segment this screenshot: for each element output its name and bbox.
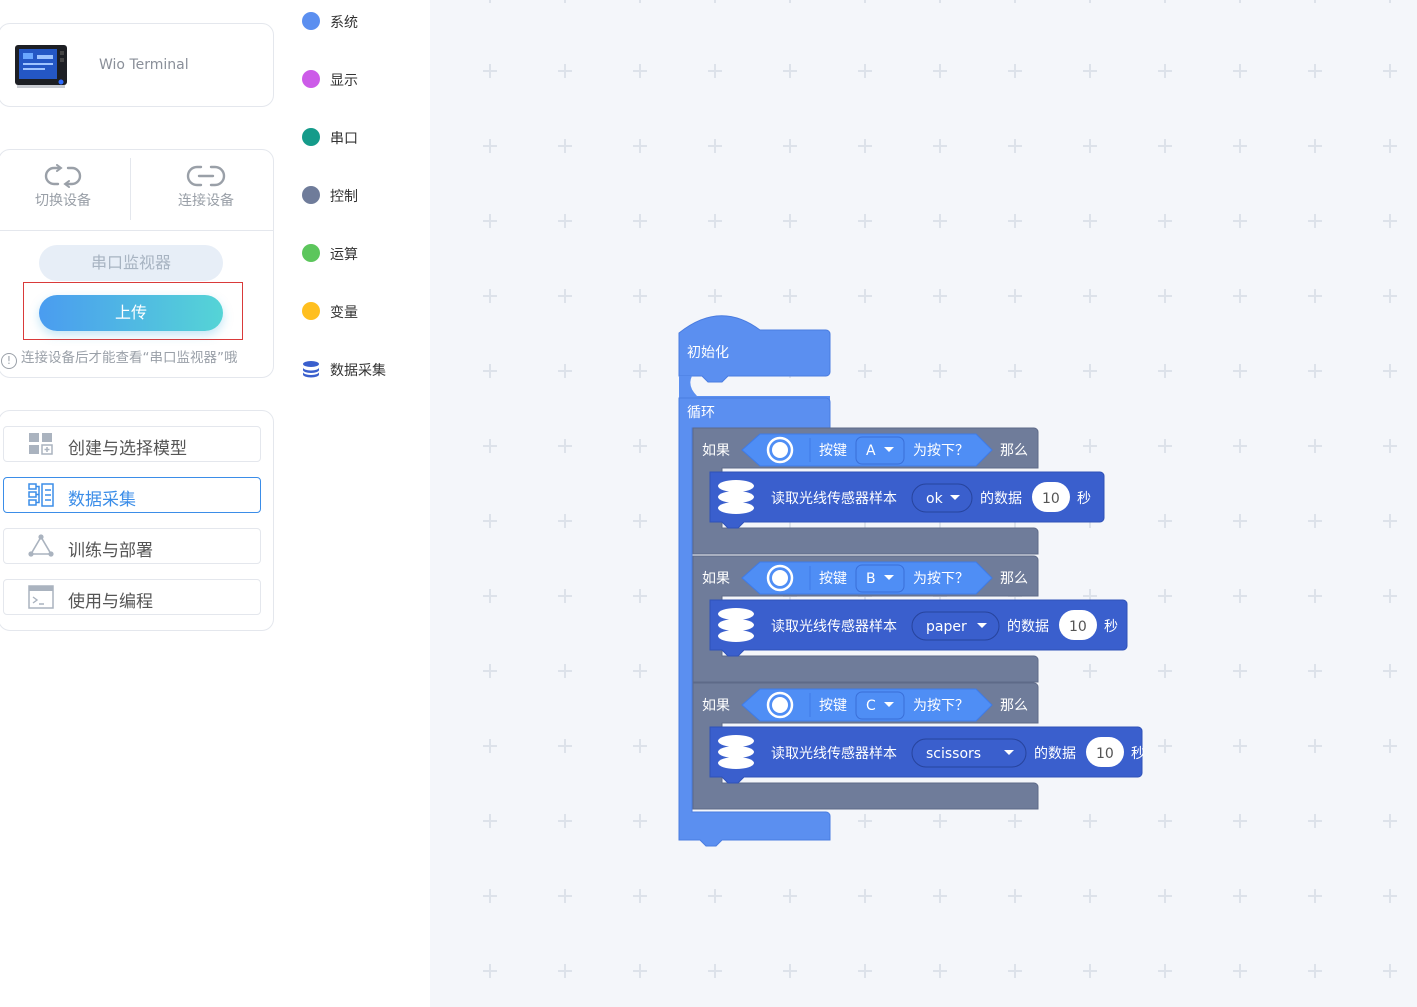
- database-icon: [718, 480, 754, 514]
- connection-card: 切换设备 连接设备 串口监视器 上传 ! 连接设备后才能查看“串口监视器”哦: [0, 149, 274, 378]
- setup-label: 初始化: [687, 344, 729, 361]
- button-label: 按键: [819, 698, 847, 714]
- button-label: 按键: [819, 571, 847, 587]
- category-dot: [302, 186, 320, 204]
- button-dropdown[interactable]: [855, 691, 905, 720]
- database-icon: [718, 608, 754, 642]
- step-label: 数据采集: [68, 490, 136, 510]
- button-label: 按键: [819, 443, 847, 459]
- then-label: 那么: [1000, 698, 1028, 714]
- database-icon: [303, 361, 319, 378]
- triangle-nodes-icon: [28, 534, 54, 557]
- sample-dropdown-value: scissors: [926, 746, 981, 762]
- block-category-list: 系统 显示 串口 控制 运算 变量 数据采集: [292, 0, 430, 1007]
- category-label: 系统: [330, 15, 358, 31]
- then-label: 那么: [1000, 443, 1028, 459]
- blocks-workspace[interactable]: 初始化 循环 如果 按键 A 为按下？ 那么 读取光线传感器样本 ok 的数据 10 秒如果 按键 B…: [430, 0, 1417, 1007]
- model-grid-icon: [29, 433, 53, 455]
- seconds-value: 10: [1096, 746, 1114, 762]
- switch-device-icon: [44, 164, 82, 188]
- divider: [130, 158, 131, 220]
- step-data-collection[interactable]: 数据采集: [3, 477, 261, 513]
- if-block[interactable]: 如果 按键 C 为按下？ 那么读取光线传感器样本 scissors 的数据 10 秒: [692, 682, 1145, 810]
- category-dot: [302, 244, 320, 262]
- connection-hint: ! 连接设备后才能查看“串口监视器”哦: [1, 346, 238, 369]
- category-label: 显示: [330, 73, 358, 89]
- pressed-label: 为按下？: [913, 571, 969, 587]
- step-label: 训练与部署: [68, 541, 153, 561]
- connection-hint-text: 连接设备后才能查看“串口监视器”哦: [21, 350, 238, 366]
- category-label: 运算: [330, 247, 358, 263]
- category-label: 数据采集: [330, 363, 386, 379]
- wio-terminal-device-icon: [15, 45, 67, 88]
- data-label: 的数据: [1034, 746, 1076, 762]
- divider: [0, 230, 273, 231]
- category-label: 控制: [330, 189, 358, 205]
- if-label: 如果: [702, 571, 730, 587]
- read-sensor-label: 读取光线传感器样本: [771, 618, 897, 635]
- seconds-value: 10: [1042, 491, 1060, 507]
- device-name: Wio Terminal: [99, 57, 189, 73]
- step-create-model[interactable]: 创建与选择模型: [3, 426, 261, 462]
- left-panel: Wio Terminal 切换设备 连接设备 串口监视器 上传 ! 连接设备后才…: [0, 0, 293, 1007]
- button-icon-dot: [772, 442, 788, 458]
- category-dot: [302, 302, 320, 320]
- upload-button[interactable]: 上传: [39, 295, 223, 331]
- button-dropdown-value: B: [866, 571, 876, 587]
- data-label: 的数据: [980, 491, 1022, 507]
- read-sensor-label: 读取光线传感器样本: [771, 490, 897, 507]
- setup-block[interactable]: 初始化: [678, 315, 831, 400]
- button-dropdown-value: A: [866, 443, 876, 459]
- steps-card: 创建与选择模型 数据采集 训练与部署 使用与编程: [0, 410, 274, 631]
- device-card[interactable]: Wio Terminal: [0, 23, 274, 107]
- switch-device-button[interactable]: 切换设备: [0, 160, 127, 222]
- serial-monitor-button[interactable]: 串口监视器: [39, 245, 223, 281]
- category-dot: [302, 12, 320, 30]
- step-label: 使用与编程: [68, 592, 153, 612]
- data-collect-icon: [28, 483, 54, 507]
- if-block[interactable]: 如果 按键 A 为按下？ 那么读取光线传感器样本 ok 的数据 10 秒: [692, 427, 1105, 555]
- loop-label: 循环: [687, 405, 715, 421]
- button-dropdown[interactable]: [855, 436, 905, 465]
- seconds-label: 秒: [1077, 491, 1091, 507]
- step-train-deploy[interactable]: 训练与部署: [3, 528, 261, 564]
- step-label: 创建与选择模型: [68, 439, 187, 459]
- button-icon-dot: [772, 570, 788, 586]
- if-block[interactable]: 如果 按键 B 为按下？ 那么读取光线传感器样本 paper 的数据 10 秒: [692, 555, 1128, 683]
- switch-device-label: 切换设备: [35, 193, 91, 209]
- button-dropdown[interactable]: [855, 564, 905, 593]
- button-dropdown-value: C: [866, 698, 876, 714]
- terminal-window-icon: [28, 585, 54, 609]
- connect-device-button[interactable]: 连接设备: [142, 160, 270, 222]
- category-label: 串口: [330, 131, 358, 147]
- category-dot: [302, 128, 320, 146]
- database-icon: [718, 735, 754, 769]
- sample-dropdown-value: paper: [926, 619, 967, 635]
- category-dot: [302, 70, 320, 88]
- sample-dropdown-value: ok: [926, 491, 944, 507]
- category-label: 变量: [330, 305, 358, 321]
- if-label: 如果: [702, 698, 730, 714]
- step-use-program[interactable]: 使用与编程: [3, 579, 261, 615]
- seconds-label: 秒: [1131, 746, 1145, 762]
- pressed-label: 为按下？: [913, 698, 969, 714]
- data-label: 的数据: [1007, 619, 1049, 635]
- read-sensor-label: 读取光线传感器样本: [771, 745, 897, 762]
- if-label: 如果: [702, 443, 730, 459]
- warning-icon: !: [1, 353, 17, 369]
- connect-device-label: 连接设备: [178, 193, 234, 209]
- link-icon: [186, 165, 226, 187]
- seconds-label: 秒: [1104, 619, 1118, 635]
- then-label: 那么: [1000, 571, 1028, 587]
- button-icon-dot: [772, 697, 788, 713]
- pressed-label: 为按下？: [913, 443, 969, 459]
- block-program: 初始化 循环 如果 按键 A 为按下？ 那么读取光线传感器样本 ok 的数据 10 秒如果 按键 B…: [678, 315, 1145, 847]
- seconds-value: 10: [1069, 619, 1087, 635]
